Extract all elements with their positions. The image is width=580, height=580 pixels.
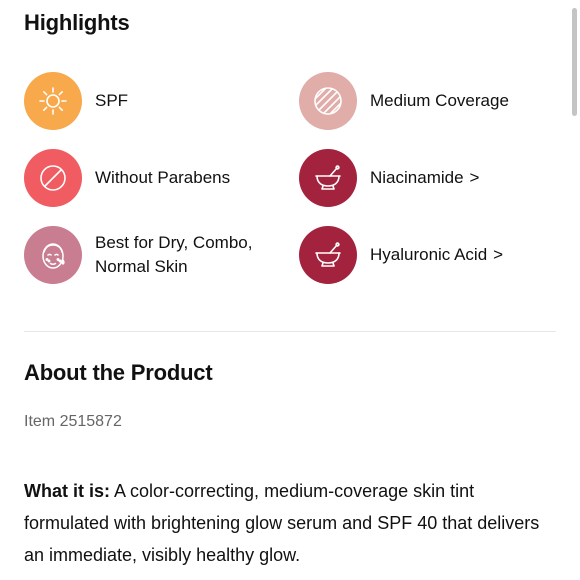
highlight-spf: SPF	[24, 72, 128, 130]
product-description: What it is: A color-correcting, medium-c…	[24, 475, 554, 571]
highlight-label: Best for Dry, Combo, Normal Skin	[95, 233, 253, 276]
highlight-skin-type: Best for Dry, Combo, Normal Skin	[24, 226, 295, 284]
highlight-niacinamide-link[interactable]: Niacinamide >	[299, 149, 479, 207]
highlight-without-parabens: Without Parabens	[24, 149, 230, 207]
highlight-label: SPF	[95, 91, 129, 110]
section-divider	[24, 331, 556, 332]
scrollbar[interactable]	[572, 8, 577, 116]
highlight-medium-coverage: Medium Coverage	[299, 72, 509, 130]
highlight-label: Hyaluronic Acid	[370, 245, 488, 264]
mortar-pestle-icon	[299, 226, 357, 284]
highlight-label: Niacinamide	[370, 168, 464, 187]
highlights-title: Highlights	[24, 10, 130, 35]
sun-icon	[24, 72, 82, 130]
highlight-label: Without Parabens	[95, 168, 231, 187]
prohibited-icon	[24, 149, 82, 207]
product-details-page: Highlights SPF Medium Coverage Without P…	[0, 0, 580, 580]
face-skin-icon	[24, 226, 82, 284]
mortar-pestle-icon	[299, 149, 357, 207]
what-it-is-label: What it is:	[24, 481, 110, 501]
highlight-label: Medium Coverage	[370, 91, 509, 110]
coverage-pattern-icon	[299, 72, 357, 130]
highlight-hyaluronic-acid-link[interactable]: Hyaluronic Acid >	[299, 226, 503, 284]
chevron-right-icon: >	[493, 245, 504, 264]
chevron-right-icon: >	[469, 168, 480, 187]
item-number: Item 2515872	[24, 413, 122, 430]
about-title: About the Product	[24, 360, 213, 385]
